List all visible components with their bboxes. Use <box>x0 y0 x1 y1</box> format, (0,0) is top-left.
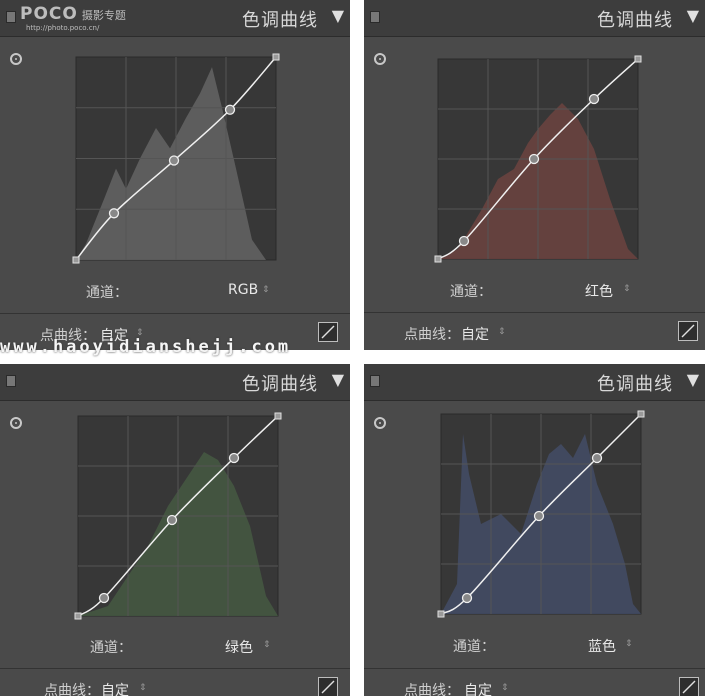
curve-control-point[interactable] <box>228 452 240 464</box>
logo-sub: 摄影专题 <box>81 9 126 22</box>
poco-logo: POCO 摄影专题 http://photo.poco.cn/ <box>20 4 126 32</box>
curve-endpoint[interactable] <box>274 412 282 420</box>
target-adjust-icon[interactable] <box>10 417 22 429</box>
curve-control-point[interactable] <box>168 155 180 166</box>
panel-toggle-icon[interactable] <box>6 375 16 387</box>
point-curve-stepper-icon[interactable]: ⇕ <box>498 328 506 337</box>
curve-control-point[interactable] <box>166 514 178 526</box>
channel-label: 通道： <box>453 639 495 655</box>
curve-endpoint[interactable] <box>434 255 442 263</box>
curve-endpoint[interactable] <box>72 256 80 264</box>
curve-graph[interactable] <box>74 412 282 620</box>
tone-curve-panel-red: 色调曲线 ▼ 通道： 红色 ⇕ 点曲线： 自定 ⇕ <box>364 0 705 350</box>
panel-toggle-icon[interactable] <box>6 11 16 23</box>
point-curve-label: 点曲线： <box>44 683 100 696</box>
curve-edit-icon <box>321 325 335 339</box>
curve-endpoint[interactable] <box>637 410 645 418</box>
panel-title: 色调曲线 <box>597 374 673 395</box>
channel-stepper-icon[interactable]: ⇕ <box>262 286 270 295</box>
logo-url: http://photo.poco.cn/ <box>26 24 100 32</box>
target-adjust-icon[interactable] <box>374 417 386 429</box>
watermark-text: www.haoyidianshejj.com <box>0 337 292 357</box>
curve-endpoint[interactable] <box>74 612 82 620</box>
channel-select[interactable]: 蓝色 <box>588 636 616 656</box>
target-adjust-icon[interactable] <box>374 53 386 65</box>
divider <box>0 668 350 669</box>
curve-graph[interactable] <box>434 55 642 263</box>
curve-edit-button[interactable] <box>318 677 338 696</box>
curve-control-point[interactable] <box>461 592 473 604</box>
point-curve-label: 点曲线： <box>404 683 460 696</box>
channel-select[interactable]: 红色 <box>585 281 613 301</box>
tone-curve-panel-rgb: POCO 摄影专题 http://photo.poco.cn/ 色调曲线 ▼ 通道… <box>0 0 350 350</box>
point-curve-select[interactable]: 自定 <box>461 324 489 344</box>
collapse-arrow-icon[interactable]: ▼ <box>332 6 344 25</box>
divider <box>364 312 705 313</box>
panel-toggle-icon[interactable] <box>370 11 380 23</box>
point-curve-label: 点曲线： <box>404 327 460 343</box>
collapse-arrow-icon[interactable]: ▼ <box>687 6 699 25</box>
curve-edit-button[interactable] <box>679 677 699 696</box>
curve-control-point[interactable] <box>528 153 540 165</box>
panel-header[interactable]: 色调曲线 ▼ <box>364 364 705 401</box>
curve-control-point[interactable] <box>224 104 236 115</box>
point-curve-stepper-icon[interactable]: ⇕ <box>501 684 509 693</box>
channel-select[interactable]: RGB <box>228 282 258 298</box>
curve-control-point[interactable] <box>108 208 120 219</box>
curve-endpoint[interactable] <box>272 53 280 61</box>
curve-control-point[interactable] <box>533 510 545 522</box>
panel-header[interactable]: 色调曲线 ▼ <box>0 364 350 401</box>
curve-edit-button[interactable] <box>678 321 698 341</box>
curve-endpoint[interactable] <box>437 610 445 618</box>
panel-header[interactable]: 色调曲线 ▼ <box>364 0 705 37</box>
panel-header[interactable]: POCO 摄影专题 http://photo.poco.cn/ 色调曲线 ▼ <box>0 0 350 37</box>
panel-toggle-icon[interactable] <box>370 375 380 387</box>
collapse-arrow-icon[interactable]: ▼ <box>332 370 344 389</box>
point-curve-select[interactable]: 自定 <box>101 680 129 696</box>
curve-control-point[interactable] <box>591 452 603 464</box>
panel-title: 色调曲线 <box>242 10 318 31</box>
point-curve-stepper-icon[interactable]: ⇕ <box>139 684 147 693</box>
channel-label: 通道： <box>90 640 132 656</box>
panel-title: 色调曲线 <box>597 10 673 31</box>
divider <box>364 668 705 669</box>
channel-stepper-icon[interactable]: ⇕ <box>625 640 633 649</box>
curve-graph[interactable] <box>72 53 280 264</box>
curve-control-point[interactable] <box>458 235 470 247</box>
curve-graph[interactable] <box>437 410 645 618</box>
curve-edit-icon <box>321 680 335 694</box>
curve-control-point[interactable] <box>588 93 600 105</box>
curve-edit-icon <box>681 324 695 338</box>
channel-label: 通道： <box>86 285 128 301</box>
channel-stepper-icon[interactable]: ⇕ <box>263 641 271 650</box>
curve-edit-icon <box>682 680 696 694</box>
channel-select[interactable]: 绿色 <box>225 637 253 657</box>
tone-curve-panel-blue: 色调曲线 ▼ 通道： 蓝色 ⇕ 点曲线： 自定 ⇕ <box>364 364 705 696</box>
curve-edit-button[interactable] <box>318 322 338 342</box>
point-curve-stepper-icon[interactable]: ⇕ <box>136 329 144 338</box>
divider <box>0 313 350 314</box>
channel-stepper-icon[interactable]: ⇕ <box>623 285 631 294</box>
tone-curve-panel-green: 色调曲线 ▼ 通道： 绿色 ⇕ 点曲线： 自定 ⇕ <box>0 364 350 696</box>
collapse-arrow-icon[interactable]: ▼ <box>687 370 699 389</box>
point-curve-select[interactable]: 自定 <box>464 680 492 696</box>
panel-title: 色调曲线 <box>242 374 318 395</box>
curve-control-point[interactable] <box>98 592 110 604</box>
channel-label: 通道： <box>450 284 492 300</box>
logo-brand: POCO <box>20 4 78 24</box>
target-adjust-icon[interactable] <box>10 53 22 65</box>
curve-endpoint[interactable] <box>634 55 642 63</box>
